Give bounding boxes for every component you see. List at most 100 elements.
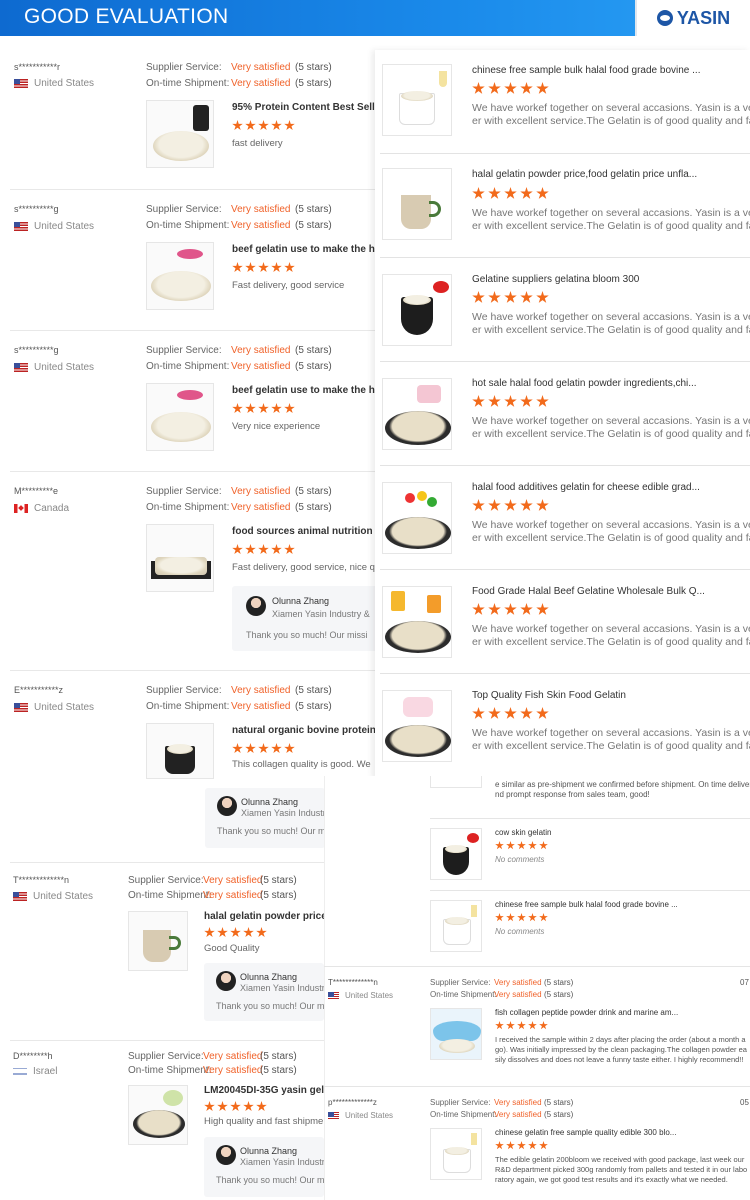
supplier-stars: (5 stars) — [295, 204, 332, 215]
supplier-label: Supplier Service: — [146, 204, 222, 215]
product-thumbnail[interactable] — [382, 378, 452, 450]
divider — [430, 890, 750, 891]
reviewer-name: E***********z — [14, 685, 64, 695]
shipment-rating: Very satisfied — [494, 1110, 542, 1119]
product-thumbnail[interactable] — [146, 723, 214, 779]
shipment-rating: Very satisfied — [494, 990, 542, 999]
review-body-line: We have workef together on several accas… — [472, 102, 750, 114]
reply-company: Xiamen Yasin Industry & — [272, 609, 370, 619]
rating-stars — [495, 1021, 548, 1030]
product-title[interactable]: LM20045DI-35G yasin gelatin b — [204, 1085, 324, 1096]
product-thumbnail[interactable] — [430, 828, 482, 880]
rating-stars — [232, 120, 295, 131]
reviewer-country: United States — [13, 891, 93, 902]
shipment-stars: (5 stars) — [295, 701, 332, 712]
supplier-rating: Very satisfied — [231, 62, 291, 73]
review-comment: Good Quality — [204, 943, 260, 954]
product-title[interactable]: fish collagen peptide powder drink and m… — [495, 1008, 745, 1017]
review-title[interactable]: halal gelatin powder price,food gelatin … — [472, 169, 750, 180]
review-comment: Fast delivery, good service — [232, 280, 345, 291]
shipment-label: On-time Shipment: — [128, 890, 212, 901]
review-body-line: nd prompt response from sales team, good… — [495, 790, 650, 799]
product-thumbnail[interactable] — [382, 586, 452, 658]
product-thumbnail[interactable] — [382, 274, 452, 346]
product-thumbnail[interactable] — [382, 168, 452, 240]
review-body-line: er with excellent service.The Gelatin is… — [472, 324, 750, 336]
reply-name: Olunna Zhang — [241, 797, 299, 807]
reply-text: Thank you so much! Our missi — [246, 630, 368, 640]
product-thumbnail[interactable] — [382, 690, 452, 762]
reply-name: Olunna Zhang — [272, 596, 330, 606]
review-title[interactable]: Top Quality Fish Skin Food Gelatin — [472, 690, 750, 701]
review-list-item: halal gelatin powder price,food gelatin … — [380, 154, 750, 258]
cup-image — [143, 930, 171, 962]
rating-stars — [232, 743, 295, 754]
shipment-stars: (5 stars) — [544, 990, 574, 999]
country-name: United States — [34, 362, 95, 373]
divider — [324, 966, 750, 967]
product-title[interactable]: natural organic bovine protein su — [232, 725, 380, 736]
review-comment: fast delivery — [232, 138, 283, 149]
gummy-red-image — [405, 493, 415, 503]
pink-capsule-image — [177, 390, 203, 400]
supplier-rating: Very satisfied — [203, 875, 263, 886]
review-title[interactable]: chinese free sample bulk halal food grad… — [472, 65, 750, 76]
powder-image — [445, 917, 469, 925]
product-thumbnail[interactable] — [146, 524, 214, 592]
country-name: United States — [34, 221, 95, 232]
product-title[interactable]: 95% Protein Content Best Selling — [232, 102, 380, 113]
product-thumbnail[interactable] — [382, 64, 452, 136]
product-title[interactable]: chinese gelatin free sample quality edib… — [495, 1128, 745, 1137]
page-title: GOOD EVALUATION — [24, 5, 229, 28]
product-title[interactable]: food sources animal nutrition ado — [232, 526, 380, 537]
reply-text: Thank you so much! Our mis — [216, 1001, 324, 1011]
review-title[interactable]: halal food additives gelatin for cheese … — [472, 482, 750, 493]
rating-stars — [232, 262, 295, 273]
rating-stars — [204, 1101, 267, 1112]
shipment-rating: Very satisfied — [203, 890, 263, 901]
product-thumbnail[interactable] — [128, 1085, 188, 1145]
review-title[interactable]: Food Grade Halal Beef Gelatine Wholesale… — [472, 586, 750, 597]
supplier-stars: (5 stars) — [544, 1098, 574, 1107]
review-card: T*************n United States Supplier S… — [10, 862, 324, 1030]
product-thumbnail[interactable] — [430, 900, 482, 952]
review-title[interactable]: hot sale halal food gelatin powder ingre… — [472, 378, 750, 389]
no-comments-text: No comments — [495, 927, 545, 936]
avatar — [216, 971, 236, 991]
review-list-item: Top Quality Fish Skin Food Gelatin We ha… — [380, 674, 750, 774]
rating-stars — [495, 1141, 548, 1150]
review-card: s**********g United States Supplier Serv… — [10, 189, 380, 330]
review-title[interactable]: Gelatine suppliers gelatina bloom 300 — [472, 274, 750, 285]
reviewer-country: United States — [14, 78, 94, 89]
country-name: United States — [345, 1111, 394, 1120]
product-thumbnail[interactable] — [146, 383, 214, 451]
review-body-line: We have workef together on several accas… — [472, 623, 750, 635]
rating-stars — [495, 913, 548, 922]
glass-image — [471, 1133, 477, 1145]
product-thumbnail[interactable] — [430, 1128, 482, 1180]
red-item-image — [433, 281, 449, 293]
seller-reply: Olunna Zhang Xiamen Yasin Industry & Tha… — [232, 586, 380, 651]
us-flag-icon — [328, 992, 339, 999]
product-thumbnail[interactable] — [146, 242, 214, 310]
seller-reply: Olunna Zhang Xiamen Yasin Industry Thank… — [205, 788, 325, 848]
powder-image — [403, 295, 431, 305]
product-title[interactable]: beef gelatin use to make the hem — [232, 385, 380, 396]
review-date: 05 — [740, 1098, 749, 1107]
shipment-stars: (5 stars) — [295, 502, 332, 513]
product-thumbnail[interactable] — [430, 1008, 482, 1060]
product-title[interactable]: halal gelatin powder price,food — [204, 911, 324, 922]
shipment-label: On-time Shipment: — [146, 78, 230, 89]
supplier-label: Supplier Service: — [146, 486, 222, 497]
red-item-image — [467, 833, 479, 843]
product-thumbnail[interactable] — [146, 100, 214, 168]
product-thumbnail[interactable] — [430, 776, 482, 788]
review-body-line: R&D department picked 300g randomly from… — [495, 1165, 748, 1174]
product-title[interactable]: cow skin gelatin — [495, 828, 745, 837]
product-thumbnail[interactable] — [128, 911, 188, 971]
product-thumbnail[interactable] — [382, 482, 452, 554]
product-title[interactable]: beef gelatin use to make the hem — [232, 244, 380, 255]
leaf-image — [163, 1090, 183, 1106]
shipment-label: On-time Shipment: — [146, 361, 230, 372]
product-title[interactable]: chinese free sample bulk halal food grad… — [495, 900, 745, 909]
